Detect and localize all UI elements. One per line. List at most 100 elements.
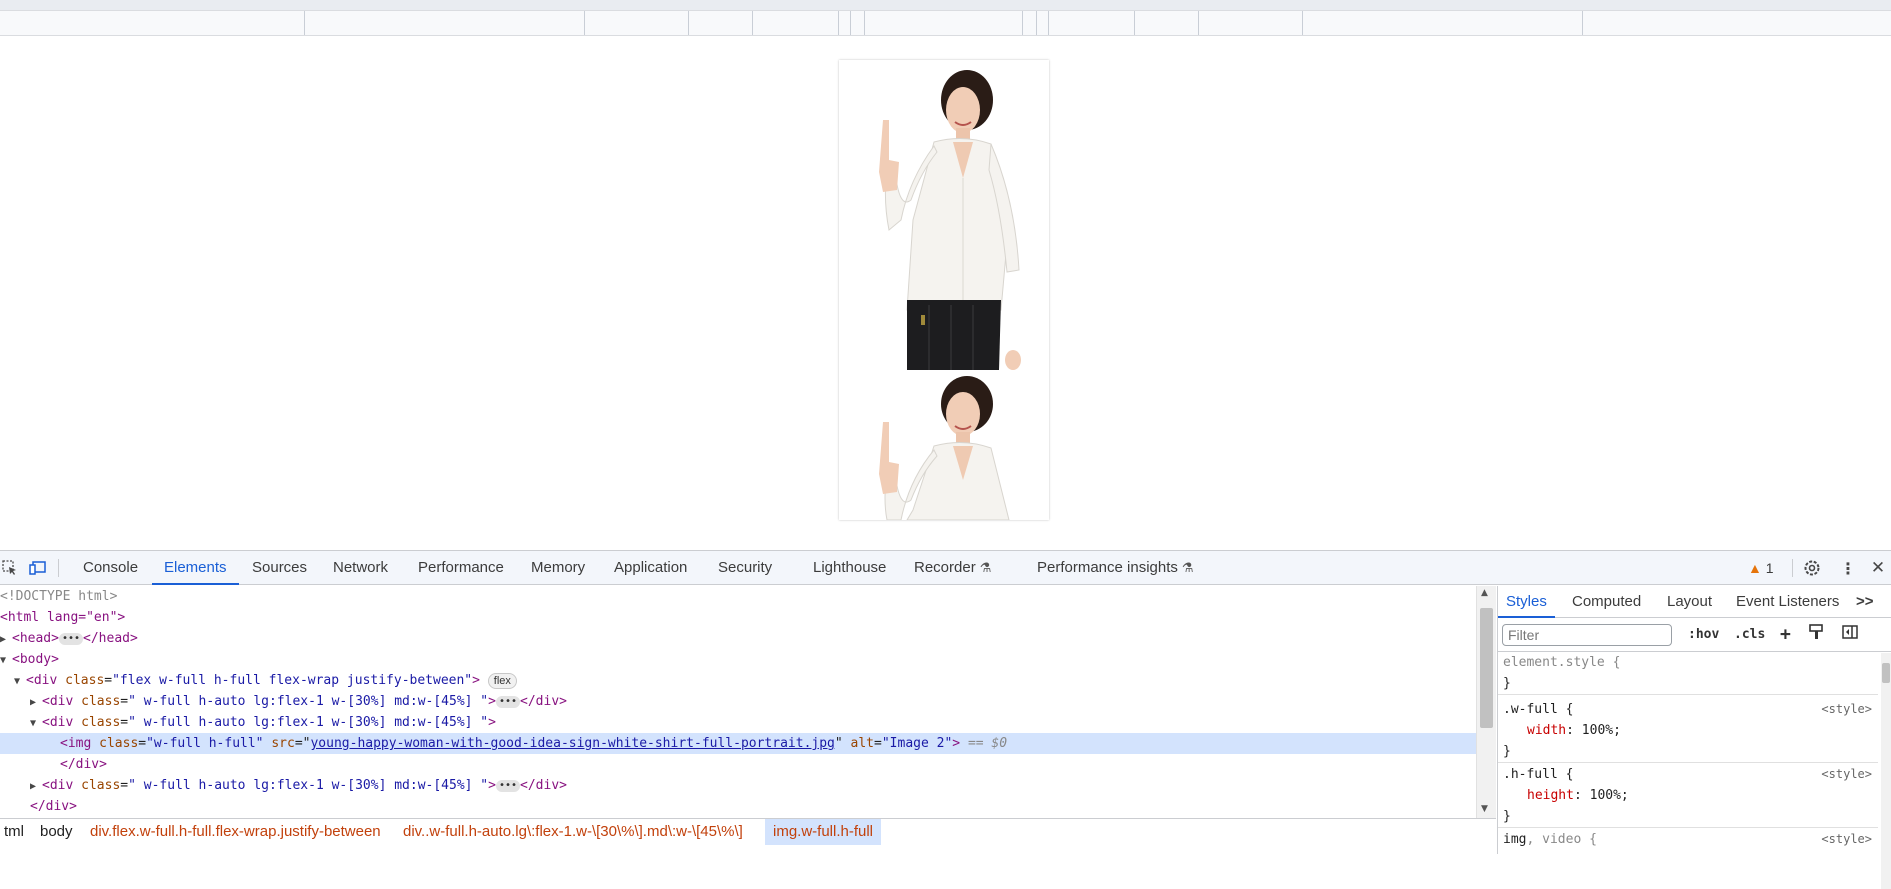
collapse-arrow-icon[interactable]: ▼ — [14, 671, 26, 692]
dom-doctype[interactable]: <!DOCTYPE html> — [0, 586, 1476, 607]
rule-selector-rest: , video { — [1526, 832, 1597, 847]
expand-arrow-icon[interactable]: ▶ — [0, 629, 12, 650]
paint-brush-icon[interactable] — [1809, 624, 1823, 646]
device-toggle-icon[interactable] — [28, 558, 48, 578]
settings-icon[interactable] — [1802, 558, 1822, 578]
dom-img-selected[interactable]: <img class="w-full h-full" src="young-ha… — [0, 733, 1476, 754]
styles-toolbar: Filter :hov .cls + — [1498, 618, 1891, 652]
crumb-body[interactable]: body — [36, 819, 77, 845]
collapse-arrow-icon[interactable]: ▼ — [0, 650, 12, 671]
tab-layout[interactable]: Layout — [1667, 586, 1712, 618]
dom-body[interactable]: ▼ <body> — [0, 649, 1476, 670]
tab-performance-insights[interactable]: Performance insights ⚗ — [1037, 551, 1194, 585]
tab-event-listeners[interactable]: Event Listeners — [1736, 586, 1839, 618]
dom-child-div-3[interactable]: ▶ <div class=" w-full h-auto lg:flex-1 w-… — [0, 775, 1476, 796]
head-close-tag: </head> — [83, 631, 138, 646]
rule-w-full[interactable]: .w-full {<style> width: 100%; } — [1498, 699, 1878, 763]
styles-scrollbar[interactable] — [1881, 653, 1891, 889]
scroll-up-icon[interactable]: ▲ — [1481, 588, 1488, 598]
css-property[interactable]: height — [1503, 788, 1574, 803]
selected-marker: == $0 — [967, 736, 1008, 751]
rule-origin[interactable]: <style> — [1821, 829, 1872, 850]
tab-performance[interactable]: Performance — [418, 551, 504, 585]
more-tabs-icon[interactable]: >> — [1856, 586, 1874, 618]
page-viewport — [0, 0, 1891, 550]
rule-close: } — [1503, 809, 1511, 824]
tab-sources[interactable]: Sources — [252, 551, 307, 585]
elements-scrollbar[interactable]: ▲ ▼ — [1476, 586, 1496, 818]
crumb-child-div[interactable]: div..w-full.h-auto.lg\:flex-1.w-\[30\%\]… — [399, 819, 747, 845]
close-icon[interactable]: ✕ — [1868, 558, 1888, 578]
attr-value: "flex w-full h-full flex-wrap justify-be… — [112, 673, 473, 688]
tab-elements[interactable]: Elements — [152, 551, 239, 585]
rule-h-full[interactable]: .h-full {<style> height: 100%; } — [1498, 764, 1878, 828]
html-tag: <html lang="en"> — [0, 610, 126, 625]
hov-button[interactable]: :hov — [1688, 624, 1719, 646]
expand-arrow-icon[interactable]: ▶ — [30, 692, 42, 713]
more-icon[interactable]: ⋮ — [1838, 558, 1858, 578]
css-property[interactable]: width — [1503, 723, 1566, 738]
dom-div-close-outer[interactable]: </div> — [0, 796, 1476, 817]
dom-flex-div[interactable]: ▼ <div class="flex w-full h-full flex-wra… — [0, 670, 1476, 691]
css-value[interactable]: 100%; — [1590, 788, 1629, 803]
tab-performance-insights-label: Performance insights — [1037, 559, 1178, 576]
rule-img-video[interactable]: img, video {<style> — [1498, 829, 1878, 850]
ellipsis-icon[interactable]: ••• — [58, 632, 84, 645]
ellipsis-icon[interactable]: ••• — [495, 695, 521, 708]
image-preview[interactable] — [839, 60, 1049, 520]
div-close-tag: </div> — [30, 799, 77, 814]
dom-head[interactable]: ▶ <head> ••• </head> — [0, 628, 1476, 649]
tab-lighthouse[interactable]: Lighthouse — [813, 551, 886, 585]
attr-value: " w-full h-auto lg:flex-1 w-[30%] md:w-[… — [128, 778, 489, 793]
sidebar-toggle-icon[interactable] — [1842, 624, 1858, 646]
scrollbar-thumb[interactable] — [1882, 663, 1890, 683]
tab-memory[interactable]: Memory — [531, 551, 585, 585]
cls-button[interactable]: .cls — [1734, 624, 1765, 646]
dom-div-close[interactable]: </div> — [0, 754, 1476, 775]
attr-name: src — [271, 736, 295, 751]
tab-recorder[interactable]: Recorder ⚗ — [914, 551, 991, 585]
elements-tree[interactable]: <!DOCTYPE html> <html lang="en"> ▶ <head>… — [0, 586, 1476, 818]
collapse-arrow-icon[interactable]: ▼ — [30, 713, 42, 734]
inspect-icon[interactable] — [0, 558, 20, 578]
dom-child-div-2[interactable]: ▼ <div class=" w-full h-auto lg:flex-1 w-… — [0, 712, 1476, 733]
devtools-tabbar: Console Elements Sources Network Perform… — [0, 551, 1891, 585]
attr-name: class — [99, 736, 139, 751]
tab-application[interactable]: Application — [614, 551, 687, 585]
img-src-link[interactable]: young-happy-woman-with-good-idea-sign-wh… — [310, 736, 834, 751]
scrollbar-thumb[interactable] — [1480, 608, 1493, 728]
scroll-down-icon[interactable]: ▼ — [1481, 804, 1488, 814]
rule-element-style[interactable]: element.style { } — [1498, 652, 1878, 695]
devtools-panel: Console Elements Sources Network Perform… — [0, 550, 1891, 889]
warnings-count: 1 — [1765, 560, 1774, 576]
tab-security[interactable]: Security — [718, 551, 772, 585]
crumb-html[interactable]: tml — [0, 819, 28, 845]
attr-name: alt — [850, 736, 875, 751]
rule-origin[interactable]: <style> — [1821, 699, 1872, 720]
add-rule-icon[interactable]: + — [1780, 624, 1791, 646]
attr-name: class — [81, 694, 121, 709]
rule-selector: .h-full { — [1503, 767, 1574, 782]
css-value[interactable]: 100%; — [1582, 723, 1621, 738]
tab-computed[interactable]: Computed — [1572, 586, 1641, 618]
dom-child-div-1[interactable]: ▶ <div class=" w-full h-auto lg:flex-1 w-… — [0, 691, 1476, 712]
flex-badge[interactable]: flex — [487, 672, 517, 689]
warning-icon: ▲ — [1748, 560, 1762, 576]
crumb-flex-div[interactable]: div.flex.w-full.h-full.flex-wrap.justify… — [86, 819, 385, 845]
tab-console[interactable]: Console — [83, 551, 138, 585]
crumb-img[interactable]: img.w-full.h-full — [765, 819, 882, 845]
warnings-counter[interactable]: ▲ 1 — [1748, 551, 1774, 585]
tab-styles[interactable]: Styles — [1498, 586, 1555, 618]
expand-arrow-icon[interactable]: ▶ — [30, 776, 42, 797]
rule-close: } — [1503, 744, 1511, 759]
styles-pane: Styles Computed Layout Event Listeners >… — [1497, 586, 1891, 854]
top-strip — [0, 0, 1891, 11]
styles-tabbar: Styles Computed Layout Event Listeners >… — [1498, 586, 1891, 618]
filter-input[interactable]: Filter — [1502, 624, 1672, 646]
rule-origin[interactable]: <style> — [1821, 764, 1872, 785]
dom-html[interactable]: <html lang="en"> — [0, 607, 1476, 628]
tab-network[interactable]: Network — [333, 551, 388, 585]
ellipsis-icon[interactable]: ••• — [495, 779, 521, 792]
div-close-tag: </div> — [520, 778, 567, 793]
rule-selector: element.style { — [1503, 655, 1621, 670]
